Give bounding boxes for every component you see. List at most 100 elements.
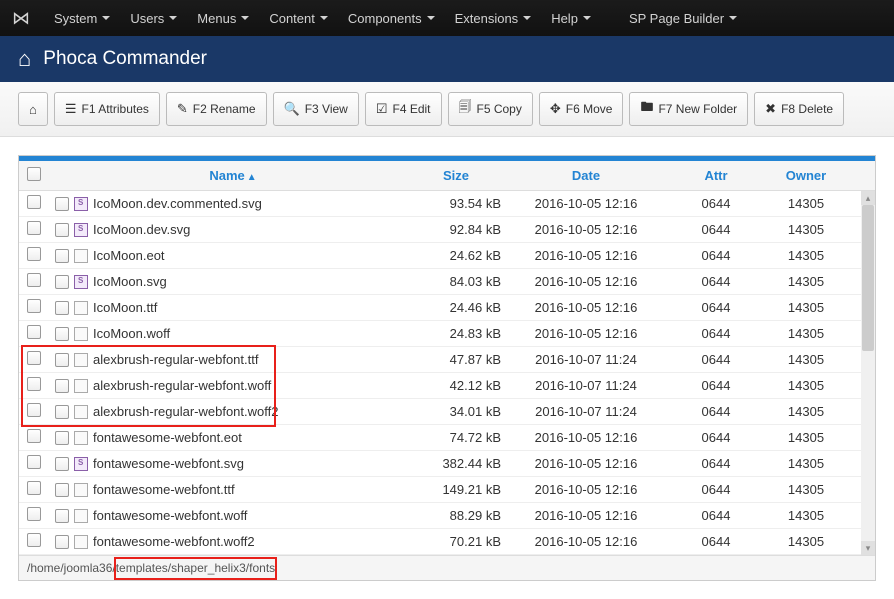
f7-new-folder-button[interactable]: 🖿F7 New Folder xyxy=(629,92,748,126)
file-owner: 14305 xyxy=(761,534,851,549)
file-owner: 14305 xyxy=(761,378,851,393)
row-checkbox-2[interactable] xyxy=(55,249,69,263)
row-checkbox-2[interactable] xyxy=(55,535,69,549)
button-icon: ✥ xyxy=(550,101,561,117)
column-date[interactable]: Date xyxy=(501,168,671,183)
row-checkbox[interactable] xyxy=(27,273,41,287)
column-owner[interactable]: Owner xyxy=(761,168,851,183)
row-checkbox-2[interactable] xyxy=(55,327,69,341)
file-date: 2016-10-05 12:16 xyxy=(501,274,671,289)
row-checkbox-2[interactable] xyxy=(55,275,69,289)
file-icon xyxy=(74,301,88,315)
row-checkbox[interactable] xyxy=(27,195,41,209)
file-size: 149.21 kB xyxy=(411,482,501,497)
file-owner: 14305 xyxy=(761,248,851,263)
file-attr: 0644 xyxy=(671,456,761,471)
table-row[interactable]: alexbrush-regular-webfont.woff42.12 kB20… xyxy=(19,373,875,399)
sort-asc-icon: ▲ xyxy=(247,172,257,183)
row-checkbox-2[interactable] xyxy=(55,457,69,471)
button-icon: 🗐 xyxy=(459,98,472,120)
table-row[interactable]: alexbrush-regular-webfont.ttf47.87 kB201… xyxy=(19,347,875,373)
button-label: F8 Delete xyxy=(781,102,833,116)
file-icon xyxy=(74,249,88,263)
nav-item[interactable]: Components xyxy=(338,0,445,36)
row-checkbox-2[interactable] xyxy=(55,405,69,419)
table-row[interactable]: fontawesome-webfont.ttf149.21 kB2016-10-… xyxy=(19,477,875,503)
file-date: 2016-10-05 12:16 xyxy=(501,482,671,497)
f8-delete-button[interactable]: ✖F8 Delete xyxy=(754,92,844,126)
row-checkbox[interactable] xyxy=(27,221,41,235)
joomla-logo-icon: ⋈ xyxy=(12,8,30,29)
row-checkbox-2[interactable] xyxy=(55,509,69,523)
scrollbar-thumb[interactable] xyxy=(862,205,874,351)
row-checkbox[interactable] xyxy=(27,325,41,339)
file-size: 88.29 kB xyxy=(411,508,501,523)
nav-item[interactable]: SP Page Builder xyxy=(619,0,747,36)
row-checkbox[interactable] xyxy=(27,455,41,469)
file-owner: 14305 xyxy=(761,222,851,237)
table-row[interactable]: alexbrush-regular-webfont.woff234.01 kB2… xyxy=(19,399,875,425)
file-date: 2016-10-07 11:24 xyxy=(501,352,671,367)
table-row[interactable]: fontawesome-webfont.svg382.44 kB2016-10-… xyxy=(19,451,875,477)
scroll-up-icon[interactable]: ▴ xyxy=(861,191,875,205)
row-checkbox[interactable] xyxy=(27,299,41,313)
file-name: IcoMoon.svg xyxy=(93,274,167,289)
home-button[interactable]: ⌂ xyxy=(18,92,48,126)
row-checkbox-2[interactable] xyxy=(55,353,69,367)
file-size: 74.72 kB xyxy=(411,430,501,445)
table-row[interactable]: IcoMoon.dev.svg92.84 kB2016-10-05 12:160… xyxy=(19,217,875,243)
nav-item[interactable]: Extensions xyxy=(445,0,542,36)
button-icon: ☑ xyxy=(376,101,388,117)
table-row[interactable]: IcoMoon.eot24.62 kB2016-10-05 12:1606441… xyxy=(19,243,875,269)
row-checkbox[interactable] xyxy=(27,247,41,261)
row-checkbox[interactable] xyxy=(27,507,41,521)
nav-item[interactable]: Users xyxy=(120,0,187,36)
file-icon xyxy=(74,197,88,211)
row-checkbox[interactable] xyxy=(27,429,41,443)
column-name[interactable]: Name▲ xyxy=(55,168,411,183)
row-checkbox[interactable] xyxy=(27,351,41,365)
column-attr[interactable]: Attr xyxy=(671,168,761,183)
home-icon: ⌂ xyxy=(29,102,37,117)
nav-item[interactable]: Menus xyxy=(187,0,259,36)
path-prefix: /home/joomla36/ xyxy=(27,561,116,575)
f3-view-button[interactable]: 🔍F3 View xyxy=(273,92,359,126)
button-label: F2 Rename xyxy=(193,102,256,116)
file-name: fontawesome-webfont.svg xyxy=(93,456,244,471)
column-size[interactable]: Size xyxy=(411,168,501,183)
table-row[interactable]: fontawesome-webfont.woff88.29 kB2016-10-… xyxy=(19,503,875,529)
f5-copy-button[interactable]: 🗐F5 Copy xyxy=(448,92,533,126)
row-checkbox[interactable] xyxy=(27,377,41,391)
f4-edit-button[interactable]: ☑F4 Edit xyxy=(365,92,442,126)
file-attr: 0644 xyxy=(671,508,761,523)
table-row[interactable]: IcoMoon.svg84.03 kB2016-10-05 12:1606441… xyxy=(19,269,875,295)
file-size: 92.84 kB xyxy=(411,222,501,237)
file-size: 34.01 kB xyxy=(411,404,501,419)
nav-item[interactable]: Help xyxy=(541,0,601,36)
row-checkbox[interactable] xyxy=(27,533,41,547)
table-row[interactable]: IcoMoon.dev.commented.svg93.54 kB2016-10… xyxy=(19,191,875,217)
row-checkbox-2[interactable] xyxy=(55,379,69,393)
row-checkbox-2[interactable] xyxy=(55,301,69,315)
row-checkbox-2[interactable] xyxy=(55,431,69,445)
table-row[interactable]: IcoMoon.ttf24.46 kB2016-10-05 12:1606441… xyxy=(19,295,875,321)
nav-item[interactable]: System xyxy=(44,0,120,36)
f2-rename-button[interactable]: ✎F2 Rename xyxy=(166,92,267,126)
file-owner: 14305 xyxy=(761,274,851,289)
select-all-checkbox[interactable] xyxy=(27,167,41,181)
row-checkbox[interactable] xyxy=(27,403,41,417)
scroll-down-icon[interactable]: ▾ xyxy=(861,541,875,555)
f1-attributes-button[interactable]: ☰F1 Attributes xyxy=(54,92,160,126)
row-checkbox-2[interactable] xyxy=(55,483,69,497)
file-icon xyxy=(74,275,88,289)
file-name: alexbrush-regular-webfont.woff2 xyxy=(93,404,278,419)
scrollbar[interactable]: ▴ ▾ xyxy=(861,191,875,555)
table-row[interactable]: fontawesome-webfont.eot74.72 kB2016-10-0… xyxy=(19,425,875,451)
row-checkbox-2[interactable] xyxy=(55,223,69,237)
nav-item[interactable]: Content xyxy=(259,0,338,36)
f6-move-button[interactable]: ✥F6 Move xyxy=(539,92,624,126)
row-checkbox[interactable] xyxy=(27,481,41,495)
table-row[interactable]: IcoMoon.woff24.83 kB2016-10-05 12:160644… xyxy=(19,321,875,347)
row-checkbox-2[interactable] xyxy=(55,197,69,211)
table-row[interactable]: fontawesome-webfont.woff270.21 kB2016-10… xyxy=(19,529,875,555)
